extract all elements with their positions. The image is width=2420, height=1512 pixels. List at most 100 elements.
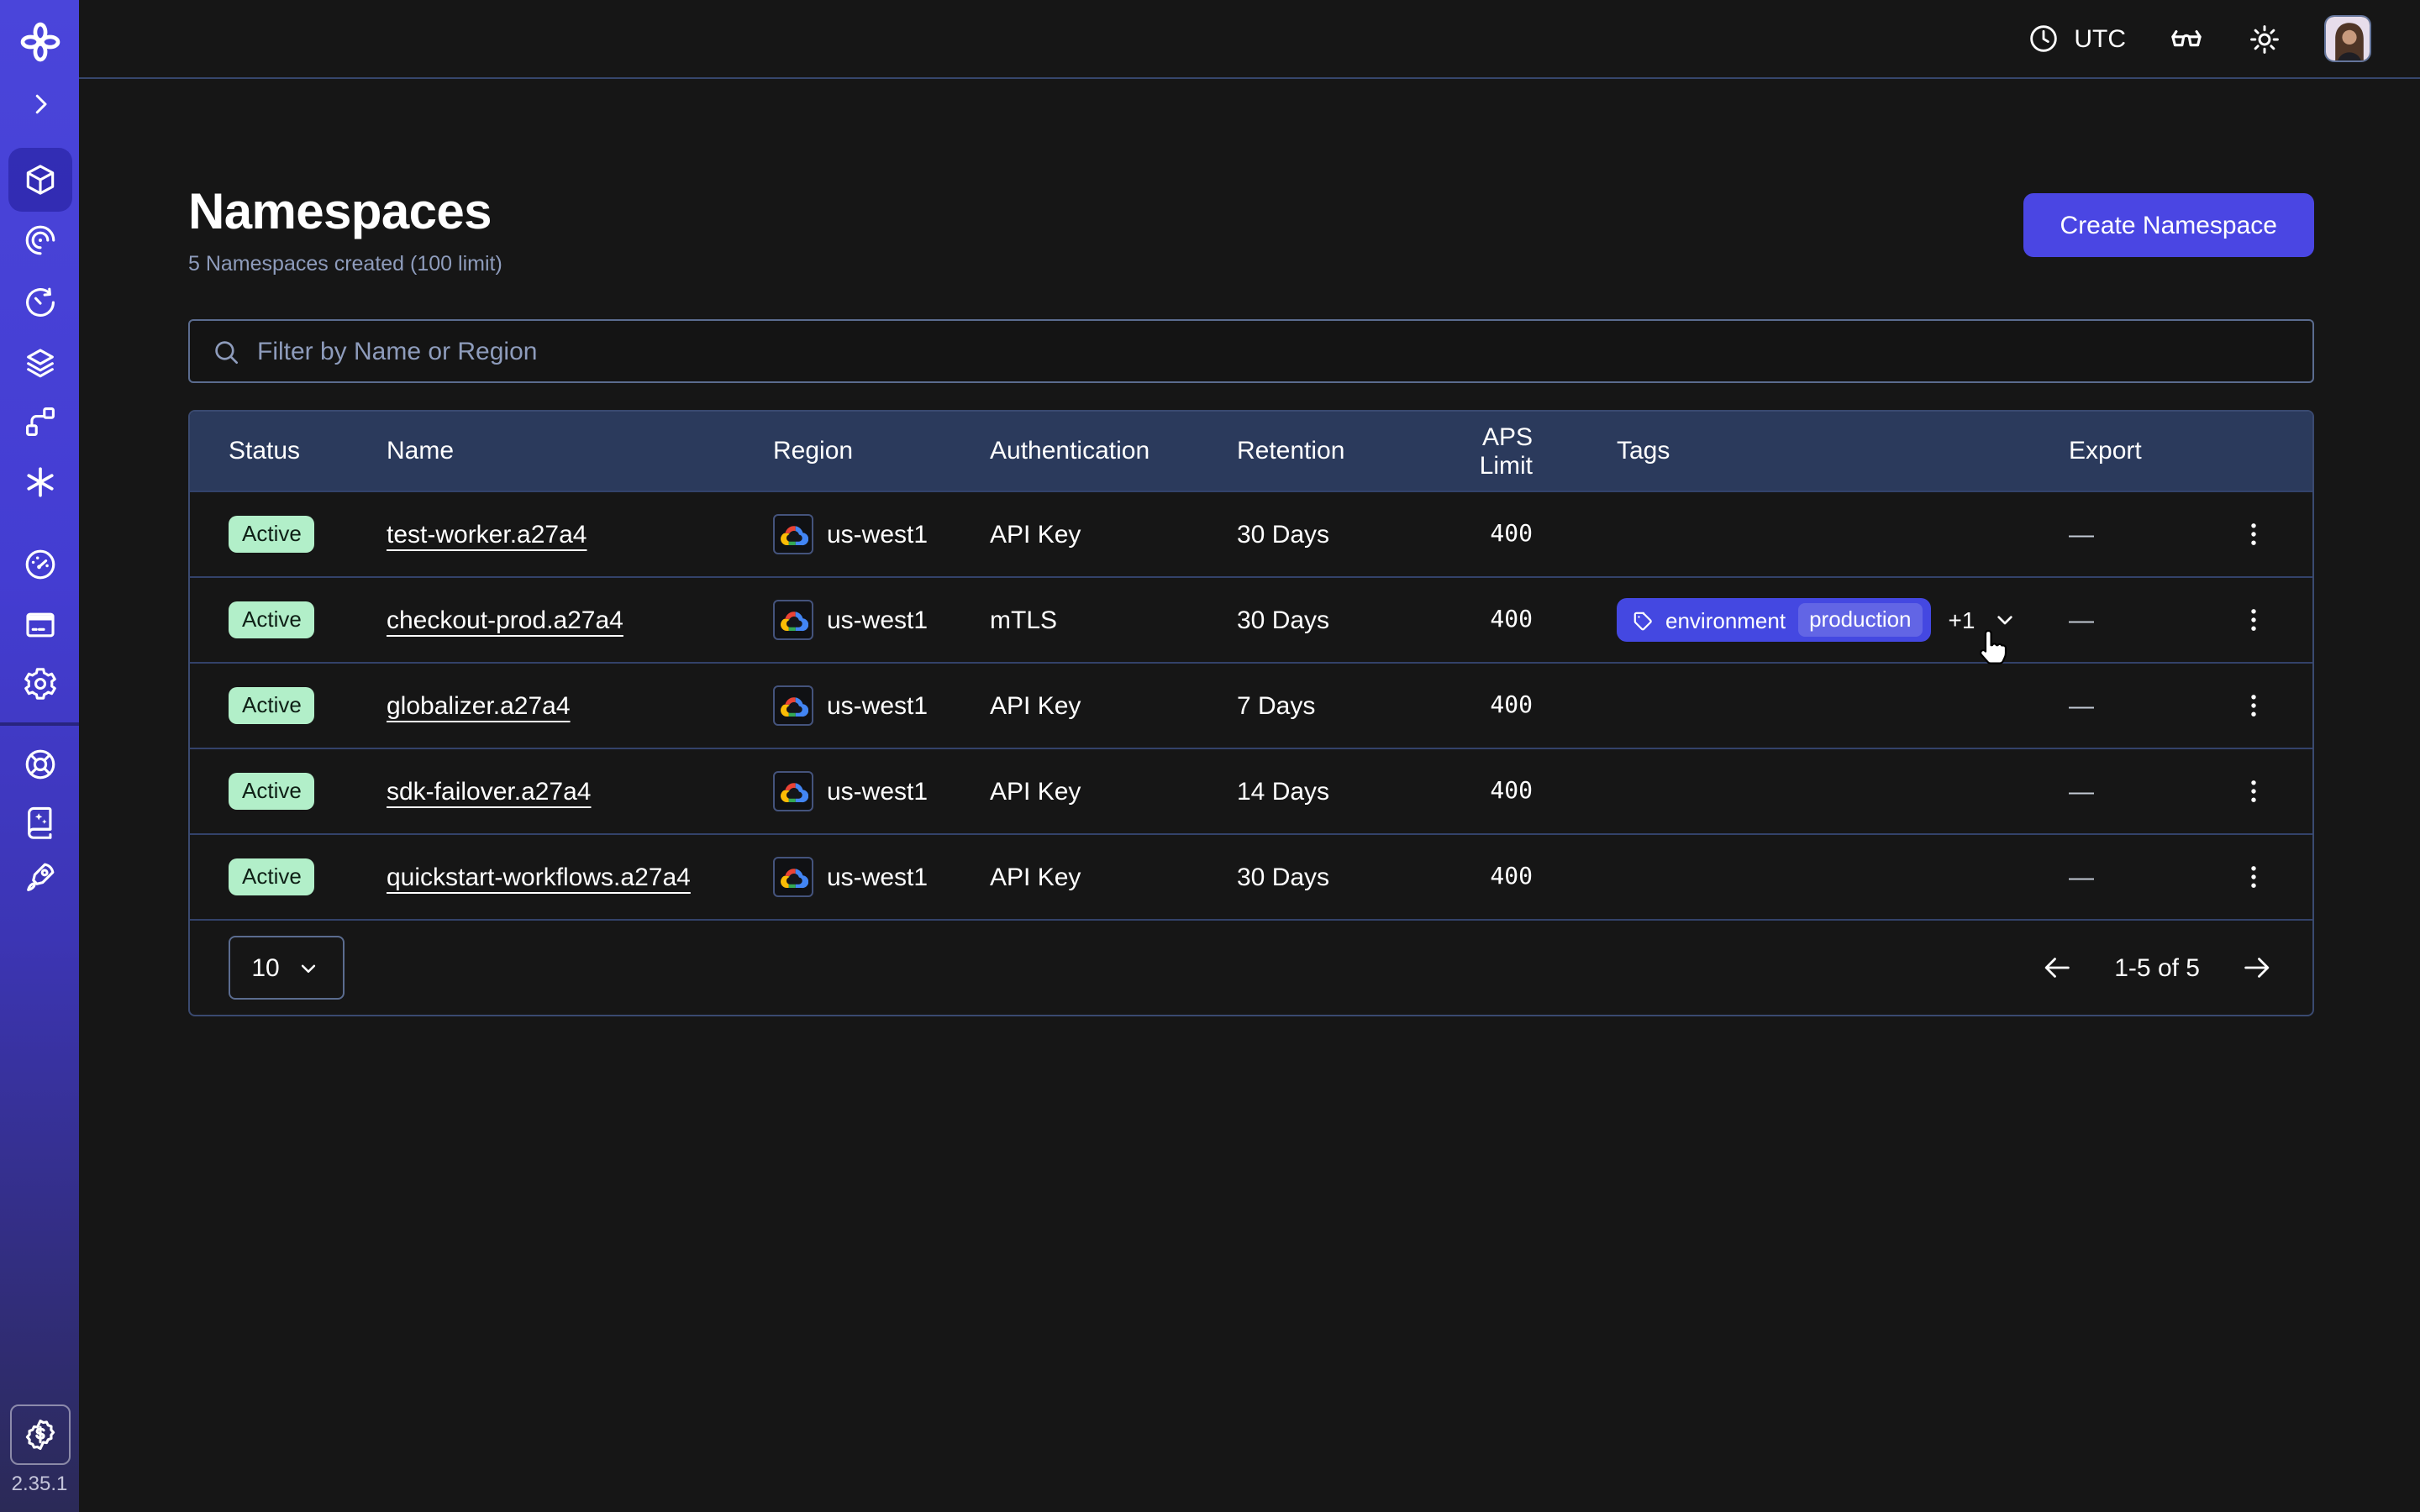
retention-value: 30 Days: [1237, 863, 1432, 891]
gcp-region-icon: [773, 857, 813, 897]
table-row: Active sdk-failover.a27a4 us-west1 API K…: [190, 748, 2312, 833]
tags-more-count: +1: [1949, 606, 1975, 633]
create-namespace-button[interactable]: Create Namespace: [2023, 193, 2314, 257]
namespace-link[interactable]: sdk-failover.a27a4: [387, 777, 592, 806]
gcp-region-icon: [773, 600, 813, 640]
tag-pill[interactable]: environment production: [1617, 598, 1932, 642]
search-icon: [210, 335, 242, 367]
table-row: Active globalizer.a27a4 us-west1 API Key…: [190, 662, 2312, 748]
sidebar-divider: [0, 722, 79, 726]
namespace-link[interactable]: quickstart-workflows.a27a4: [387, 863, 691, 891]
status-badge: Active: [229, 687, 315, 724]
aps-value: 400: [1432, 606, 1617, 633]
kebab-icon: [2238, 776, 2269, 806]
sidebar-item-rocket-icon[interactable]: [8, 845, 71, 909]
kebab-icon: [2238, 519, 2269, 549]
page-size-value: 10: [251, 953, 279, 982]
labs-glasses-button[interactable]: [2168, 20, 2205, 57]
app-version: 2.35.1: [0, 1472, 79, 1495]
sidebar-expand-button[interactable]: [8, 72, 71, 136]
user-avatar[interactable]: [2324, 15, 2371, 62]
namespace-link[interactable]: globalizer.a27a4: [387, 691, 571, 720]
col-authentication[interactable]: Authentication: [990, 437, 1237, 465]
sidebar-item-namespaces[interactable]: [8, 148, 71, 212]
col-retention[interactable]: Retention: [1237, 437, 1432, 465]
sidebar-item-usage-gauge-icon[interactable]: [8, 533, 71, 596]
auth-value: API Key: [990, 863, 1237, 891]
kebab-icon: [2238, 605, 2269, 635]
export-value: —: [2069, 520, 2094, 549]
table-row: Active quickstart-workflows.a27a4 us-wes…: [190, 833, 2312, 919]
arrow-left-icon: [2040, 951, 2074, 984]
sidebar-item-support-lifebuoy-icon[interactable]: [8, 732, 71, 796]
page-title: Namespaces: [188, 185, 502, 240]
tag-key: environment: [1665, 607, 1786, 633]
next-page-button[interactable]: [2240, 951, 2274, 984]
status-badge: Active: [229, 516, 315, 553]
theme-toggle-button[interactable]: [2247, 21, 2282, 56]
chevron-down-icon: [1991, 606, 2018, 633]
topbar: UTC: [79, 0, 2420, 79]
retention-value: 30 Days: [1237, 520, 1432, 549]
sidebar-item-layers-icon[interactable]: [8, 331, 71, 395]
app-window: 2.35.1 UTC Namespaces 5 Namespaces creat…: [0, 0, 2420, 1512]
region-label: us-west1: [827, 691, 928, 720]
namespace-count-subtitle: 5 Namespaces created (100 limit): [188, 252, 502, 276]
sidebar: 2.35.1: [0, 0, 79, 1512]
aps-value: 400: [1432, 778, 1617, 805]
pagination-range: 1-5 of 5: [2114, 953, 2200, 982]
sidebar-item-timer-icon[interactable]: [8, 270, 71, 334]
timezone-selector[interactable]: UTC: [2027, 22, 2126, 55]
tags-expand-button[interactable]: [1991, 606, 2018, 633]
sidebar-item-spiral-icon[interactable]: [8, 208, 71, 272]
kebab-icon: [2238, 862, 2269, 892]
auth-value: API Key: [990, 777, 1237, 806]
sidebar-item-asterisk-icon[interactable]: [8, 450, 71, 514]
region-label: us-west1: [827, 520, 928, 549]
region-label: us-west1: [827, 777, 928, 806]
sidebar-item-docs-book-icon[interactable]: [8, 790, 71, 853]
export-value: —: [2069, 691, 2094, 720]
export-value: —: [2069, 863, 2094, 891]
col-status[interactable]: Status: [229, 437, 387, 465]
pricing-button[interactable]: [9, 1404, 70, 1465]
col-name[interactable]: Name: [387, 437, 773, 465]
temporal-logo[interactable]: [8, 10, 71, 74]
row-menu-button[interactable]: [2233, 685, 2274, 726]
timezone-label: UTC: [2074, 24, 2126, 53]
auth-value: API Key: [990, 691, 1237, 720]
retention-value: 14 Days: [1237, 777, 1432, 806]
gcp-region-icon: [773, 514, 813, 554]
region-label: us-west1: [827, 606, 928, 634]
glasses-icon: [2168, 20, 2205, 57]
table-row: Active checkout-prod.a27a4 us-west1 mTLS…: [190, 576, 2312, 662]
status-badge: Active: [229, 858, 315, 895]
kebab-icon: [2238, 690, 2269, 721]
status-badge: Active: [229, 601, 315, 638]
col-region[interactable]: Region: [773, 437, 990, 465]
col-aps-limit[interactable]: APS Limit: [1432, 423, 1617, 480]
aps-value: 400: [1432, 692, 1617, 719]
tag-icon: [1632, 609, 1654, 631]
row-menu-button[interactable]: [2233, 771, 2274, 811]
sidebar-item-branch-icon[interactable]: [8, 390, 71, 454]
sidebar-item-billing-icon[interactable]: [8, 593, 71, 657]
filter-bar: [188, 319, 2314, 383]
namespace-link[interactable]: checkout-prod.a27a4: [387, 606, 623, 634]
row-menu-button[interactable]: [2233, 857, 2274, 897]
filter-input[interactable]: [257, 337, 2292, 365]
row-menu-button[interactable]: [2233, 600, 2274, 640]
table-footer: 10 1-5 of 5: [190, 919, 2312, 1015]
page-size-select[interactable]: 10: [229, 936, 345, 1000]
col-export[interactable]: Export: [2069, 437, 2274, 465]
col-tags[interactable]: Tags: [1617, 437, 2069, 465]
export-value: —: [2069, 606, 2094, 634]
pagination: 1-5 of 5: [2040, 951, 2274, 984]
tags-cell: environment production +1: [1617, 598, 2069, 642]
row-menu-button[interactable]: [2233, 514, 2274, 554]
gcp-region-icon: [773, 685, 813, 726]
namespace-link[interactable]: test-worker.a27a4: [387, 520, 587, 549]
aps-value: 400: [1432, 521, 1617, 548]
sidebar-item-settings-gear-icon[interactable]: [8, 652, 71, 716]
prev-page-button[interactable]: [2040, 951, 2074, 984]
